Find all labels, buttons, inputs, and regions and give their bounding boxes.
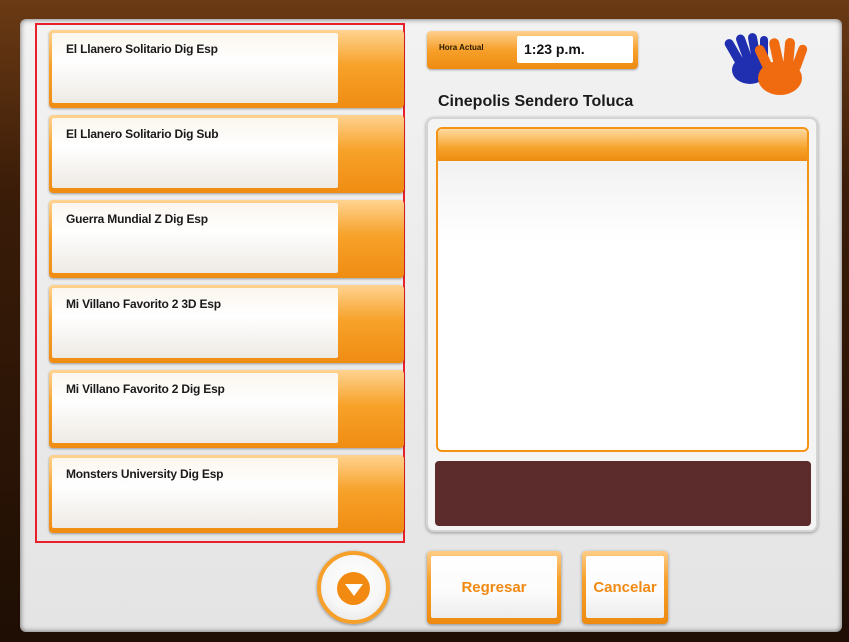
back-button-label: Regresar <box>461 578 527 596</box>
hands-logo-icon <box>724 33 808 95</box>
movie-button[interactable]: Monsters University Dig Esp <box>49 455 404 533</box>
back-button[interactable]: Regresar <box>427 551 561 624</box>
current-time-value: 1:23 p.m. <box>524 41 585 57</box>
scroll-down-button[interactable] <box>317 551 390 624</box>
movie-button[interactable]: El Llanero Solitario Dig Sub <box>49 115 404 193</box>
detail-header <box>438 129 807 161</box>
movie-label: Mi Villano Favorito 2 3D Esp <box>66 297 221 311</box>
detail-content <box>436 127 809 452</box>
movie-button[interactable]: El Llanero Solitario Dig Esp <box>49 30 404 108</box>
movie-label: El Llanero Solitario Dig Esp <box>66 42 218 56</box>
cancel-button-label: Cancelar <box>593 578 657 596</box>
movie-button[interactable]: Guerra Mundial Z Dig Esp <box>49 200 404 278</box>
detail-panel <box>426 117 818 532</box>
movie-label: El Llanero Solitario Dig Sub <box>66 127 219 141</box>
movie-label: Monsters University Dig Esp <box>66 467 224 481</box>
movie-button[interactable]: Mi Villano Favorito 2 3D Esp <box>49 285 404 363</box>
cancel-button[interactable]: Cancelar <box>582 551 668 624</box>
movie-button[interactable]: Mi Villano Favorito 2 Dig Esp <box>49 370 404 448</box>
current-time-label: Hora Actual <box>439 43 484 52</box>
movie-list: El Llanero Solitario Dig Esp El Llanero … <box>35 23 405 543</box>
movie-label: Mi Villano Favorito 2 Dig Esp <box>66 382 225 396</box>
cinema-name: Cinepolis Sendero Toluca <box>438 93 634 110</box>
current-time-box: 1:23 p.m. <box>517 36 633 63</box>
detail-footer <box>435 461 811 526</box>
current-time-display: Hora Actual 1:23 p.m. <box>427 31 638 69</box>
movie-label: Guerra Mundial Z Dig Esp <box>66 212 208 226</box>
